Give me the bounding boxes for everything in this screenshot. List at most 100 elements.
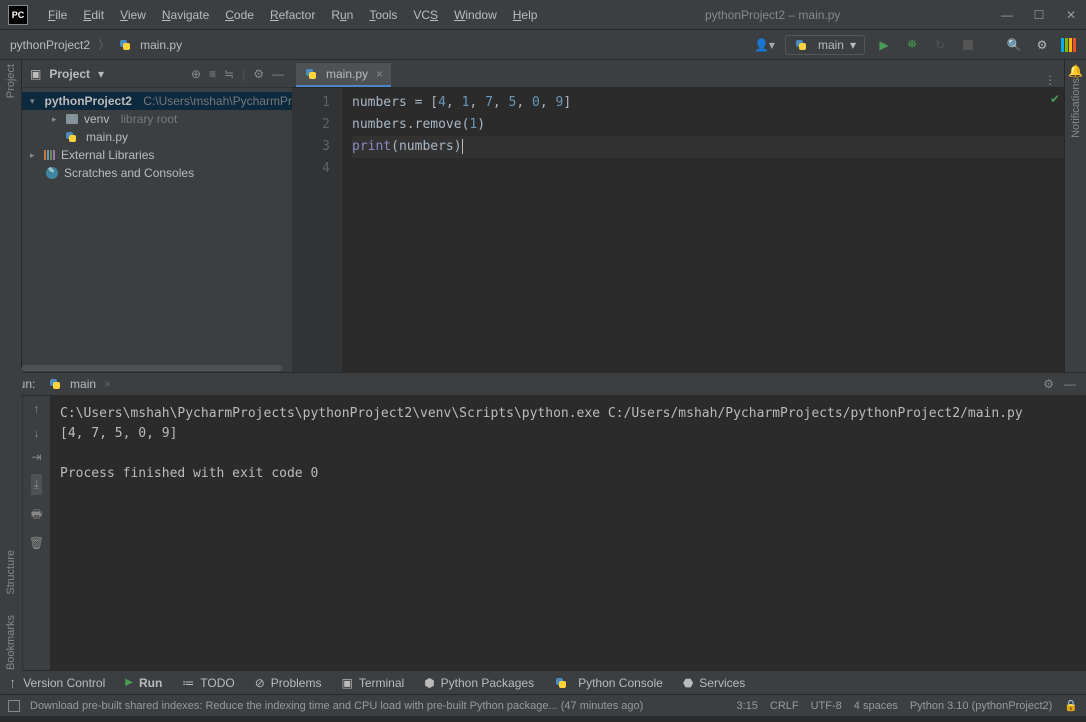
h-scrollbar[interactable] (22, 364, 292, 372)
minimize-button[interactable]: — (1000, 8, 1014, 22)
todo-tool-button[interactable]: ≔TODO (182, 676, 234, 690)
project-tree[interactable]: ▾ pythonProject2 C:\Users\mshah\PycharmP… (22, 88, 292, 186)
lock-icon[interactable]: 🔒 (1064, 699, 1078, 712)
console-tool-button[interactable]: Python Console (554, 676, 663, 690)
inspection-ok-icon[interactable]: ✔ (1050, 92, 1060, 106)
settings-button[interactable]: ⚙ (1033, 36, 1051, 54)
menu-file[interactable]: File (40, 4, 75, 26)
project-view-icon: ▣ (30, 67, 41, 81)
bookmarks-tool-button[interactable]: Bookmarks (5, 615, 17, 670)
packages-tool-button[interactable]: ⬢Python Packages (424, 676, 534, 690)
editor[interactable]: 1 2 3 4 numbers = [4, 1, 7, 5, 0, 9] num… (292, 88, 1064, 372)
crumb-project[interactable]: pythonProject2 (10, 38, 90, 52)
notifications-tool-button[interactable]: Notifications (1070, 78, 1082, 138)
hide-icon[interactable]: — (272, 67, 284, 81)
play-icon: ▶ (125, 677, 133, 688)
code-with-me-icon[interactable] (1061, 38, 1076, 52)
menu-help[interactable]: Help (505, 4, 546, 26)
code-area[interactable]: numbers = [4, 1, 7, 5, 0, 9] numbers.rem… (342, 88, 1064, 372)
close-button[interactable]: ✕ (1064, 8, 1078, 22)
menu-run[interactable]: Run (323, 4, 361, 26)
tree-root-label: pythonProject2 (45, 94, 132, 108)
run-button[interactable]: ▶ (875, 36, 893, 54)
menu-vcs[interactable]: VCS (405, 4, 446, 26)
scratches-icon (46, 167, 58, 179)
down-icon[interactable]: ↓ (34, 426, 40, 440)
chevron-right-icon[interactable]: ▸ (30, 150, 40, 161)
tool-window-toggle-icon[interactable] (8, 700, 20, 712)
run-tool-button[interactable]: ▶Run (125, 676, 162, 690)
chevron-right-icon[interactable]: ▸ (52, 114, 62, 125)
expand-all-icon[interactable]: ≡ (209, 67, 216, 81)
bell-icon[interactable]: 🔔 (1068, 64, 1083, 78)
todo-icon: ≔ (182, 676, 194, 690)
debug-button[interactable]: ⛯ (903, 36, 921, 54)
tree-root[interactable]: ▾ pythonProject2 C:\Users\mshah\PycharmP… (22, 92, 292, 110)
problems-tool-button[interactable]: ⊘Problems (255, 676, 322, 690)
gear-icon[interactable]: ⚙ (1043, 377, 1054, 391)
line-number: 1 (292, 92, 330, 114)
menubar: File Edit View Navigate Code Refactor Ru… (40, 4, 545, 26)
app-logo: PC (8, 5, 28, 25)
trash-icon[interactable]: 🗑 (29, 536, 44, 550)
chevron-down-icon: ▾ (850, 38, 856, 52)
services-icon: ⬣ (683, 676, 693, 690)
print-icon[interactable]: 🖶 (31, 505, 42, 526)
menu-code[interactable]: Code (217, 4, 262, 26)
line-number: 3 (292, 136, 330, 158)
gear-icon[interactable]: ⚙ (253, 67, 264, 81)
tree-file-main[interactable]: main.py (22, 128, 292, 146)
maximize-button[interactable]: ☐ (1032, 8, 1046, 22)
tab-main-py[interactable]: main.py × (296, 63, 391, 87)
run-panel-header: Run: main × ⚙ — (0, 372, 1086, 396)
menu-navigate[interactable]: Navigate (154, 4, 217, 26)
tree-venv[interactable]: ▸ venv library root (22, 110, 292, 128)
up-icon[interactable]: ↑ (34, 402, 40, 416)
collapse-all-icon[interactable]: ≒ (224, 67, 234, 81)
interpreter[interactable]: Python 3.10 (pythonProject2) (910, 700, 1052, 712)
scroll-to-end-icon[interactable]: ⤓ (31, 474, 42, 495)
encoding[interactable]: UTF-8 (811, 700, 842, 712)
menu-refactor[interactable]: Refactor (262, 4, 323, 26)
add-config-icon[interactable]: 👤▾ (754, 38, 775, 52)
menu-edit[interactable]: Edit (75, 4, 112, 26)
run-left-toolbar-2: ↑ ↓ ⇥ ⤓ 🖶 🗑 (22, 396, 50, 670)
terminal-icon: ▣ (341, 676, 352, 690)
tree-external-libs[interactable]: ▸ External Libraries (22, 146, 292, 164)
vcs-tool-button[interactable]: ᚶVersion Control (10, 676, 105, 690)
soft-wrap-icon[interactable]: ⇥ (31, 450, 41, 464)
stop-button[interactable] (959, 36, 977, 54)
status-message[interactable]: Download pre-built shared indexes: Reduc… (30, 700, 643, 712)
project-title[interactable]: Project (49, 67, 90, 81)
line-sep[interactable]: CRLF (770, 700, 799, 712)
menu-tools[interactable]: Tools (361, 4, 405, 26)
indent[interactable]: 4 spaces (854, 700, 898, 712)
caret-position[interactable]: 3:15 (736, 700, 757, 712)
tree-scratches[interactable]: Scratches and Consoles (22, 164, 292, 182)
hide-icon[interactable]: — (1064, 377, 1076, 391)
menu-view[interactable]: View (112, 4, 154, 26)
structure-tool-button[interactable]: Structure (5, 550, 17, 595)
chevron-down-icon[interactable]: ▾ (98, 67, 104, 81)
gutter: 1 2 3 4 (292, 88, 342, 372)
close-icon[interactable]: × (376, 67, 383, 81)
terminal-tool-button[interactable]: ▣Terminal (341, 676, 404, 690)
close-icon[interactable]: × (104, 377, 111, 391)
search-button[interactable]: 🔍 (1005, 36, 1023, 54)
services-tool-button[interactable]: ⬣Services (683, 676, 746, 690)
coverage-button[interactable]: ↻ (931, 36, 949, 54)
menu-window[interactable]: Window (446, 4, 505, 26)
python-icon (48, 377, 62, 391)
tab-options-icon[interactable]: ⋮ (1044, 73, 1056, 87)
left-rail-bottom: Structure Bookmarks (0, 368, 22, 680)
crumb-file[interactable]: main.py (140, 38, 182, 52)
select-opened-file-icon[interactable]: ⊕ (191, 67, 201, 81)
chevron-down-icon[interactable]: ▾ (30, 96, 35, 107)
python-icon (794, 38, 808, 52)
python-file-icon (118, 38, 132, 52)
run-config-selector[interactable]: main ▾ (785, 35, 865, 55)
folder-icon (66, 114, 78, 124)
project-tool-button[interactable]: Project (5, 64, 17, 98)
run-tab-main[interactable]: main × (42, 375, 117, 393)
console-output[interactable]: C:\Users\mshah\PycharmProjects\pythonPro… (50, 396, 1086, 670)
